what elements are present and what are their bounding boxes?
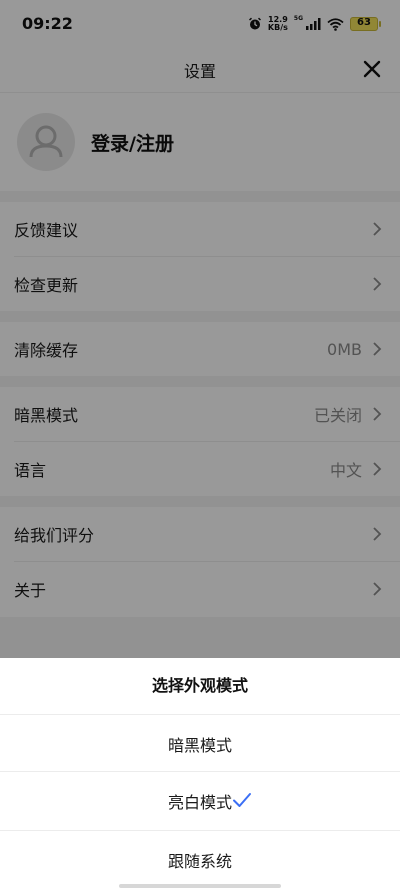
option-follow-system[interactable]: 跟随系统 [0, 831, 400, 889]
option-dark-mode[interactable]: 暗黑模式 [0, 715, 400, 773]
option-label: 暗黑模式 [167, 736, 232, 755]
option-label: 亮白模式 [167, 793, 232, 812]
sheet-title: 选择外观模式 [0, 658, 400, 715]
modal-backdrop[interactable] [0, 0, 400, 658]
home-indicator[interactable] [119, 884, 281, 888]
checkmark-icon [233, 793, 251, 807]
option-light-mode[interactable]: 亮白模式 [0, 772, 400, 830]
option-label: 跟随系统 [167, 852, 232, 871]
appearance-mode-sheet: 选择外观模式 暗黑模式 亮白模式 跟随系统 [0, 658, 400, 889]
